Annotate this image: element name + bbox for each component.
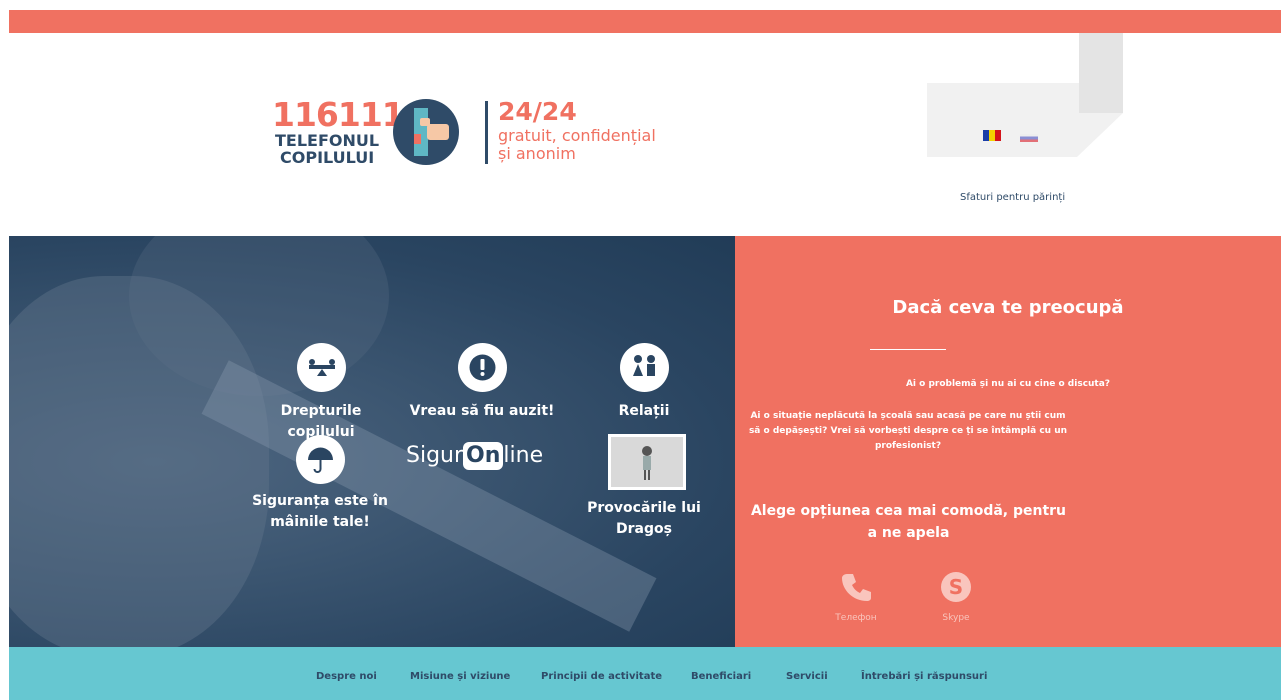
skype-label: Skype: [942, 613, 970, 623]
panel-question-1: Ai o problemă și nu ai cu cine o discuta…: [905, 379, 1111, 389]
tile-relations[interactable]: Relații: [586, 343, 702, 422]
logo-tagline-1: gratuit, confidențial: [498, 126, 656, 145]
umbrella-icon: [295, 435, 345, 484]
panel-title: Dacă ceva te preocupă: [892, 297, 1124, 318]
nav-item-principles[interactable]: Principii de activitate: [541, 671, 662, 682]
parents-advice-link[interactable]: Sfaturi pentru părinți: [960, 192, 1065, 203]
phone-icon: [842, 574, 871, 601]
tile-label: Siguranța este în mâinile tale!: [252, 493, 388, 530]
site-logo[interactable]: 116111 TELEFONUL COPILULUI 24/24 gratuit…: [272, 98, 672, 168]
bottom-navigation: Despre noi Misiune și viziune Principii …: [9, 647, 1281, 700]
nav-item-beneficiaries[interactable]: Beneficiari: [691, 671, 751, 682]
tile-child-rights[interactable]: Drepturile copilului: [247, 343, 395, 443]
nav-item-about[interactable]: Despre noi: [316, 671, 377, 682]
logo-number: 116111: [272, 95, 405, 134]
dragos-image[interactable]: [608, 434, 686, 490]
children-icon: [619, 343, 669, 392]
nav-item-mission[interactable]: Misiune și viziune: [410, 671, 510, 682]
logo-tagline-2: și anonim: [498, 144, 576, 163]
tile-be-heard[interactable]: Vreau să fiu auzit!: [408, 343, 556, 422]
nav-item-services[interactable]: Servicii: [786, 671, 828, 682]
skype-contact-button[interactable]: S Skype: [926, 570, 986, 623]
exclamation-icon: [457, 343, 507, 392]
logo-divider: [485, 101, 488, 164]
tile-safety[interactable]: Siguranța este în mâinile tale!: [246, 435, 394, 533]
svg-text:S: S: [949, 575, 963, 599]
logo-line2: COPILULUI: [280, 148, 375, 167]
panel-question-2: Ai o situație neplăcută la școală sau ac…: [748, 411, 1068, 451]
flag-ru-icon[interactable]: [1020, 134, 1038, 142]
panel-choose-text: Alege opțiunea cea mai comodă, pentru a …: [750, 503, 1067, 541]
top-accent-bar: [9, 10, 1281, 33]
nav-item-faq[interactable]: Întrebări și răspunsuri: [861, 671, 987, 682]
seesaw-icon: [296, 343, 346, 392]
logo-hours: 24/24: [498, 97, 577, 126]
skype-icon: S: [941, 572, 971, 602]
tile-label: Relații: [618, 403, 670, 419]
tile-label: Provocările lui Dragoș: [587, 500, 701, 537]
phone-label: Телефон: [835, 613, 877, 623]
panel-divider: [870, 349, 946, 350]
sigur-online-logo[interactable]: Sigur On line: [406, 440, 543, 474]
tile-dragos[interactable]: Provocările lui Dragoș: [586, 498, 702, 540]
flag-ro-icon[interactable]: [983, 130, 1001, 141]
thumbs-up-phone-icon: [393, 99, 459, 165]
tile-label: Vreau să fiu auzit!: [409, 403, 555, 419]
phone-contact-button[interactable]: Телефон: [826, 570, 886, 623]
logo-line1: TELEFONUL: [275, 131, 380, 150]
